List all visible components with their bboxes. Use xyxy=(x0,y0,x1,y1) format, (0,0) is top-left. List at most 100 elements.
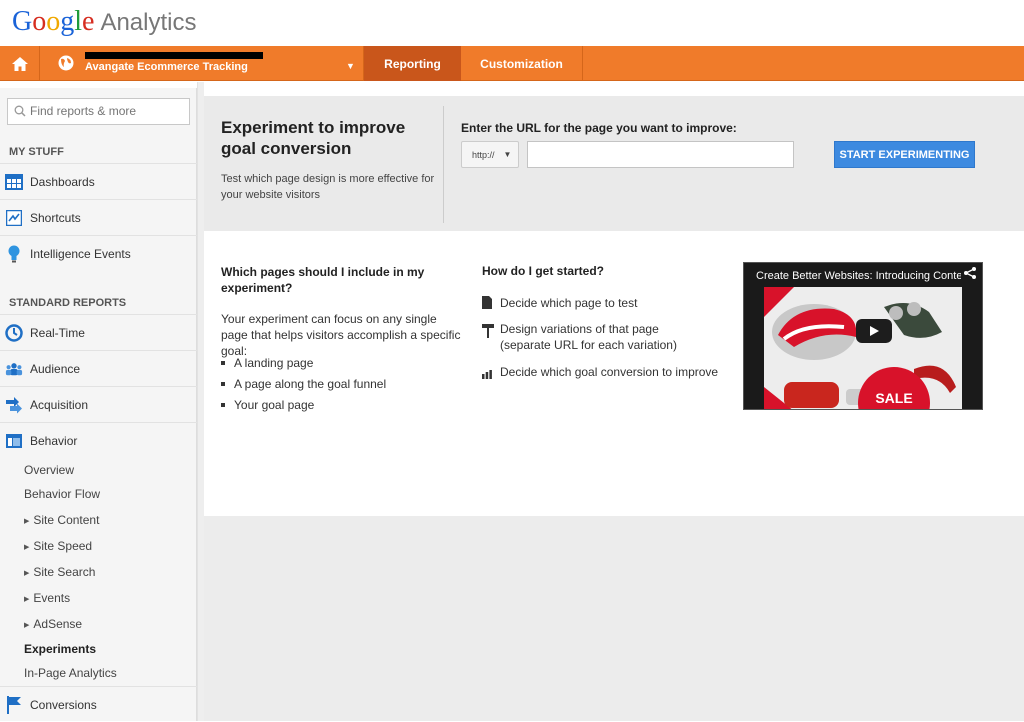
expand-triangle-icon: ▶ xyxy=(24,518,30,525)
logo-letter: o xyxy=(32,6,47,37)
report-search[interactable] xyxy=(7,98,190,125)
play-button[interactable] xyxy=(856,319,892,343)
sidebar-item-label: Conversions xyxy=(30,697,97,712)
events-link[interactable]: ▶ Events xyxy=(24,591,70,605)
step-subtext: (separate URL for each variation) xyxy=(500,338,677,352)
home-icon xyxy=(11,56,28,71)
intro-video[interactable]: SALE Create Better Websites: Introducing… xyxy=(743,262,983,410)
sidebar-item-behavior[interactable]: Behavior xyxy=(0,422,197,458)
logo-letter: G xyxy=(12,6,33,37)
get-started-heading: How do I get started? xyxy=(482,264,605,278)
sidebar-item-label: Shortcuts xyxy=(30,210,81,225)
sidebar-item-dashboards[interactable]: Dashboards xyxy=(0,163,197,199)
sidebar-item-label: Real-Time xyxy=(30,325,85,340)
protocol-value: http:// xyxy=(472,149,495,160)
expand-triangle-icon: ▶ xyxy=(24,596,30,603)
bar-chart-icon xyxy=(482,367,494,381)
tab-customization[interactable]: Customization xyxy=(461,46,583,81)
dashboards-icon xyxy=(5,173,23,191)
header: Google Analytics xyxy=(0,0,1024,46)
list-item: Your goal page xyxy=(221,398,314,412)
site-speed-label: Site Speed xyxy=(33,539,93,553)
my-stuff-heading: MY STUFF xyxy=(9,146,64,158)
step-text: Decide which page to test xyxy=(500,296,638,310)
expand-triangle-icon: ▶ xyxy=(24,622,30,629)
home-button[interactable] xyxy=(0,46,40,81)
document-icon xyxy=(482,296,494,310)
protocol-select[interactable]: http:// ▼ xyxy=(461,141,519,168)
pages-description: Your experiment can focus on any single … xyxy=(221,312,461,358)
logo-letter: e xyxy=(82,6,95,37)
site-speed-link[interactable]: ▶ Site Speed xyxy=(24,539,92,553)
chevron-down-icon: ▼ xyxy=(346,61,355,71)
redacted-bar xyxy=(85,52,263,59)
video-title: Create Better Websites: Introducing Cont… xyxy=(756,270,961,282)
lightbulb-icon xyxy=(5,245,23,263)
list-item-text: A landing page xyxy=(234,356,314,370)
site-search-label: Site Search xyxy=(33,565,96,579)
google-analytics-logo[interactable]: Google Analytics xyxy=(12,5,197,39)
step-text: Design variations of that page xyxy=(500,322,659,336)
bullet-icon xyxy=(221,382,225,386)
sidebar-item-intelligence-events[interactable]: Intelligence Events xyxy=(0,235,197,271)
realtime-icon xyxy=(5,323,23,342)
search-icon xyxy=(14,105,26,117)
start-experimenting-button[interactable]: START EXPERIMENTING xyxy=(834,141,975,168)
standard-reports-heading: STANDARD REPORTS xyxy=(9,297,127,309)
sidebar-item-acquisition[interactable]: Acquisition xyxy=(0,386,197,422)
play-icon xyxy=(870,326,879,336)
sidebar-item-label: Behavior xyxy=(30,433,78,448)
main-content: Experiment to improve goal conversion Te… xyxy=(204,96,1024,721)
adsense-label: AdSense xyxy=(33,617,83,631)
top-nav-bar: Avangate Ecommerce Tracking ▼ Reporting … xyxy=(0,46,1024,81)
video-thumbnail: SALE xyxy=(764,287,962,409)
search-input[interactable] xyxy=(30,104,185,118)
site-content-link[interactable]: ▶ Site Content xyxy=(24,513,99,527)
behavior-flow-link[interactable]: Behavior Flow xyxy=(24,487,100,501)
in-page-analytics-link[interactable]: In-Page Analytics xyxy=(24,666,117,680)
chevron-down-icon: ▼ xyxy=(503,150,512,159)
sidebar-item-label: Audience xyxy=(30,361,81,376)
sidebar-item-audience[interactable]: Audience xyxy=(0,350,197,386)
globe-icon xyxy=(58,55,74,71)
logo-letter: l xyxy=(74,6,83,37)
experiment-info: Which pages should I include in my exper… xyxy=(204,231,1024,516)
hero-description: Test which page design is more effective… xyxy=(221,173,435,201)
list-item-text: A page along the goal funnel xyxy=(234,377,387,391)
acquisition-icon xyxy=(5,396,23,414)
sidebar-item-shortcuts[interactable]: Shortcuts xyxy=(0,199,197,235)
url-label: Enter the URL for the page you want to i… xyxy=(461,121,737,135)
sidebar-item-conversions[interactable]: Conversions xyxy=(0,686,197,722)
paint-roller-icon xyxy=(482,324,494,338)
sidebar-item-label: Acquisition xyxy=(30,397,89,412)
product-name: Analytics xyxy=(100,9,197,36)
step-text: Decide which goal conversion to improve xyxy=(500,365,719,379)
flag-icon xyxy=(5,695,23,714)
sidebar-item-label: Dashboards xyxy=(30,174,95,189)
pages-heading: Which pages should I include in my exper… xyxy=(221,265,425,295)
url-input[interactable] xyxy=(527,141,794,168)
events-label: Events xyxy=(33,591,71,605)
page-background xyxy=(204,516,1024,721)
tab-reporting[interactable]: Reporting xyxy=(364,46,461,81)
list-item-text: Your goal page xyxy=(234,398,315,412)
account-selector[interactable]: Avangate Ecommerce Tracking ▼ xyxy=(40,46,364,81)
account-name: Avangate Ecommerce Tracking xyxy=(85,61,248,73)
experiments-link[interactable]: Experiments xyxy=(24,642,96,656)
site-content-label: Site Content xyxy=(33,513,100,527)
bullet-icon xyxy=(221,361,225,365)
sidebar-item-real-time[interactable]: Real-Time xyxy=(0,314,197,350)
list-item: A landing page xyxy=(221,356,313,370)
divider xyxy=(443,106,444,223)
sidebar-splitter[interactable] xyxy=(197,82,204,721)
logo-letter: g xyxy=(60,6,75,37)
sidebar-item-label: Intelligence Events xyxy=(30,246,131,261)
logo-letter: o xyxy=(46,6,61,37)
share-icon[interactable] xyxy=(964,267,976,282)
adsense-link[interactable]: ▶ AdSense xyxy=(24,617,82,631)
behavior-icon xyxy=(5,432,23,450)
site-search-link[interactable]: ▶ Site Search xyxy=(24,565,95,579)
expand-triangle-icon: ▶ xyxy=(24,544,30,551)
behavior-overview-link[interactable]: Overview xyxy=(24,463,74,477)
sidebar: MY STUFF Dashboards Shortcuts Intelligen… xyxy=(0,88,197,721)
